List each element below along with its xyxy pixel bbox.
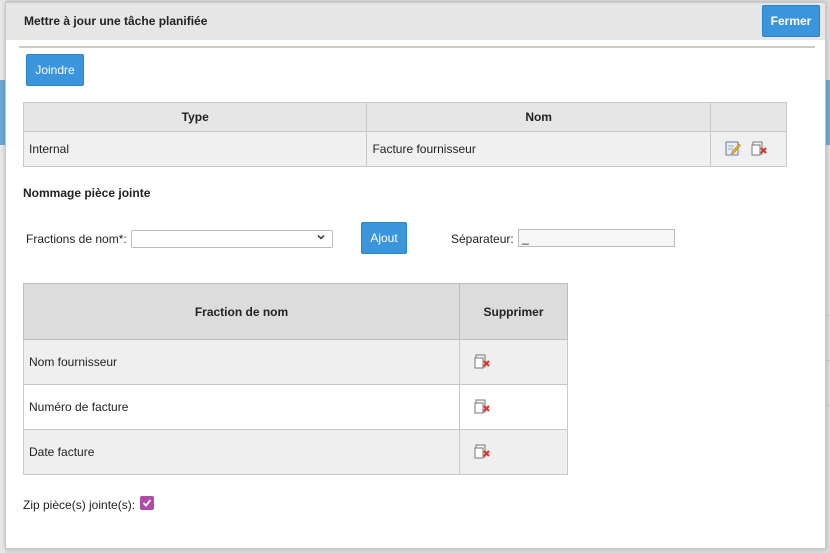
fractions-select[interactable] (131, 230, 333, 248)
zip-label: Zip pièce(s) jointe(s): (23, 498, 136, 512)
cell-delete (459, 339, 568, 385)
zip-checkbox[interactable] (140, 496, 154, 510)
delete-icon[interactable] (751, 140, 769, 159)
add-button[interactable]: Ajout (361, 222, 407, 254)
delete-icon[interactable] (474, 399, 492, 417)
update-task-dialog: Mettre à jour une tâche planifiée Fermer… (5, 2, 826, 549)
table-row: Internal Facture fournisseur (22, 131, 788, 167)
cell-name: Facture fournisseur (366, 131, 711, 167)
chevron-down-icon (316, 232, 326, 245)
separator-label: Séparateur: (451, 232, 514, 246)
table-row: Nom fournisseur (23, 339, 568, 385)
column-header-fraction: Fraction de nom (23, 283, 460, 340)
attachments-table: Type Nom Internal Facture fournisseur (22, 102, 788, 167)
close-button[interactable]: Fermer (762, 5, 820, 37)
background-line (826, 360, 830, 361)
table-row: Numéro de facture (23, 384, 568, 430)
dialog-header: Mettre à jour une tâche planifiée Fermer (6, 3, 825, 40)
column-header-type: Type (22, 102, 368, 132)
cell-fraction-name: Date facture (23, 429, 460, 475)
edit-icon[interactable] (725, 140, 741, 159)
fractions-table: Fraction de nom Supprimer Nom fournisseu… (23, 283, 568, 475)
delete-icon[interactable] (474, 354, 492, 372)
section-title-attachment-naming: Nommage pièce jointe (23, 186, 151, 200)
background-line (826, 315, 830, 316)
cell-delete (459, 384, 568, 430)
background-line (826, 405, 830, 406)
delete-icon[interactable] (474, 444, 492, 462)
background-bar-right (826, 80, 830, 145)
fractions-label: Fractions de nom*: (26, 232, 127, 246)
dialog-title: Mettre à jour une tâche planifiée (24, 14, 208, 28)
cell-fraction-name: Numéro de facture (23, 384, 460, 430)
cell-fraction-name: Nom fournisseur (23, 339, 460, 385)
column-header-actions (709, 102, 788, 132)
column-header-delete: Supprimer (459, 283, 568, 340)
divider (19, 46, 815, 48)
attach-button[interactable]: Joindre (26, 54, 84, 86)
column-header-name: Nom (366, 102, 711, 132)
separator-input[interactable]: _ (518, 229, 675, 247)
cell-actions (709, 131, 788, 167)
table-row: Date facture (23, 429, 568, 475)
cell-delete (459, 429, 568, 475)
cell-type: Internal (22, 131, 368, 167)
checkmark-icon (142, 499, 152, 507)
